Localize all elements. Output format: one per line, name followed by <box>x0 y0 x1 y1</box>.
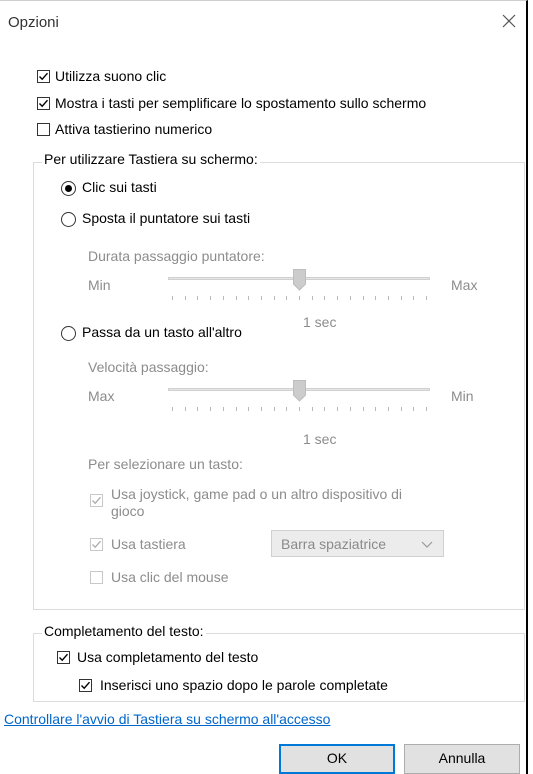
slider-tick <box>172 407 173 411</box>
slider-tick <box>311 296 313 300</box>
slider-tick <box>184 296 186 300</box>
scan-max-label: Max <box>88 388 115 404</box>
numpad-checkbox[interactable] <box>37 123 50 136</box>
click-sound-checkbox[interactable] <box>37 70 50 83</box>
key-select-value: Barra spaziatrice <box>281 536 387 552</box>
slider-tick <box>299 296 300 300</box>
hover-duration-label: Durata passaggio puntatore: <box>88 248 265 264</box>
slider-tick <box>286 407 288 411</box>
numpad-label[interactable]: Attiva tastierino numerico <box>55 121 212 137</box>
insert-space-label[interactable]: Inserisci uno spazio dopo le parole comp… <box>100 677 388 693</box>
slider-tick <box>387 296 389 300</box>
slider-tick <box>362 296 364 300</box>
slider-thumb[interactable] <box>293 380 306 402</box>
slider-tick <box>426 296 427 300</box>
dialog-title: Opzioni <box>8 14 59 31</box>
slider-tick <box>400 407 402 411</box>
hover-value-label: 1 sec <box>303 314 337 330</box>
slider-tick <box>426 407 427 411</box>
usage-group-legend: Per utilizzare Tastiera su schermo: <box>42 151 260 167</box>
insert-space-checkbox[interactable] <box>79 679 92 692</box>
checkmark-icon <box>81 681 91 690</box>
select-key-label: Per selezionare un tasto: <box>88 456 243 472</box>
slider-tick <box>349 407 351 411</box>
slider-tick <box>337 296 339 300</box>
slider-tick <box>248 407 250 411</box>
checkmark-icon <box>39 72 49 81</box>
use-completion-checkbox[interactable] <box>57 651 70 664</box>
title-bar: Opzioni <box>0 1 526 43</box>
scan-radio[interactable] <box>61 326 76 341</box>
slider-tick <box>311 407 313 411</box>
scan-speed-label: Velocità passaggio: <box>88 359 209 375</box>
hover-max-label: Max <box>451 277 478 293</box>
mouse-click-label[interactable]: Usa clic del mouse <box>111 569 229 585</box>
slider-thumb[interactable] <box>293 269 306 291</box>
slider-tick <box>400 296 402 300</box>
slider-tick <box>273 407 275 411</box>
chevron-down-icon <box>421 541 433 548</box>
completion-group-legend: Completamento del testo: <box>42 623 206 639</box>
slider-tick <box>260 407 262 411</box>
slider-tick <box>273 296 275 300</box>
slider-tick <box>210 407 212 411</box>
mouse-click-checkbox[interactable] <box>90 571 103 584</box>
slider-tick <box>286 296 288 300</box>
hover-min-label: Min <box>88 277 111 293</box>
scan-value-label: 1 sec <box>303 431 337 447</box>
checkmark-icon <box>39 99 49 108</box>
slider-tick <box>387 407 389 411</box>
slider-tick <box>235 296 237 300</box>
keyboard-checkbox[interactable] <box>90 538 103 551</box>
click-keys-radio[interactable] <box>61 181 76 196</box>
startup-settings-link[interactable]: Controllare l'avvio di Tastiera su scher… <box>4 711 330 727</box>
joystick-checkbox[interactable] <box>90 494 103 507</box>
slider-tick <box>248 296 250 300</box>
slider-tick <box>375 296 377 300</box>
slider-tick <box>184 407 186 411</box>
move-keys-checkbox[interactable] <box>37 97 50 110</box>
slider-tick <box>197 296 199 300</box>
joystick-label-line2[interactable]: gioco <box>111 503 144 519</box>
click-keys-label[interactable]: Clic sui tasti <box>82 179 157 195</box>
use-completion-label[interactable]: Usa completamento del testo <box>77 649 258 665</box>
slider-tick <box>337 407 339 411</box>
close-icon <box>502 14 516 28</box>
click-sound-label[interactable]: Utilizza suono clic <box>55 68 166 84</box>
slider-tick <box>197 407 199 411</box>
slider-tick <box>222 407 224 411</box>
checkmark-icon <box>92 540 102 549</box>
slider-tick <box>349 296 351 300</box>
slider-tick <box>362 407 364 411</box>
hover-radio[interactable] <box>61 212 76 227</box>
keyboard-label[interactable]: Usa tastiera <box>111 536 186 552</box>
close-button[interactable] <box>492 5 526 39</box>
hover-label[interactable]: Sposta il puntatore sui tasti <box>82 210 250 226</box>
slider-tick <box>222 296 224 300</box>
scan-min-label: Min <box>451 388 474 404</box>
scan-label[interactable]: Passa da un tasto all'altro <box>82 324 242 340</box>
slider-tick <box>324 296 326 300</box>
slider-tick <box>413 407 415 411</box>
key-select-dropdown[interactable]: Barra spaziatrice <box>271 530 444 557</box>
checkmark-icon <box>92 496 102 505</box>
slider-tick <box>324 407 326 411</box>
slider-tick <box>260 296 262 300</box>
ok-button[interactable]: OK <box>279 744 395 774</box>
slider-tick <box>210 296 212 300</box>
slider-tick <box>413 296 415 300</box>
slider-tick <box>299 407 300 411</box>
slider-tick <box>172 296 173 300</box>
cancel-button[interactable]: Annulla <box>404 744 520 774</box>
hover-duration-slider[interactable] <box>168 269 430 305</box>
scan-speed-slider[interactable] <box>168 380 430 416</box>
checkmark-icon <box>59 653 69 662</box>
slider-tick <box>375 407 377 411</box>
move-keys-label[interactable]: Mostra i tasti per semplificare lo spost… <box>55 95 426 111</box>
slider-tick <box>235 407 237 411</box>
joystick-label-line1[interactable]: Usa joystick, game pad o un altro dispos… <box>111 486 402 502</box>
options-dialog: Opzioni Utilizza suono clic Mostra i tas… <box>0 0 528 774</box>
